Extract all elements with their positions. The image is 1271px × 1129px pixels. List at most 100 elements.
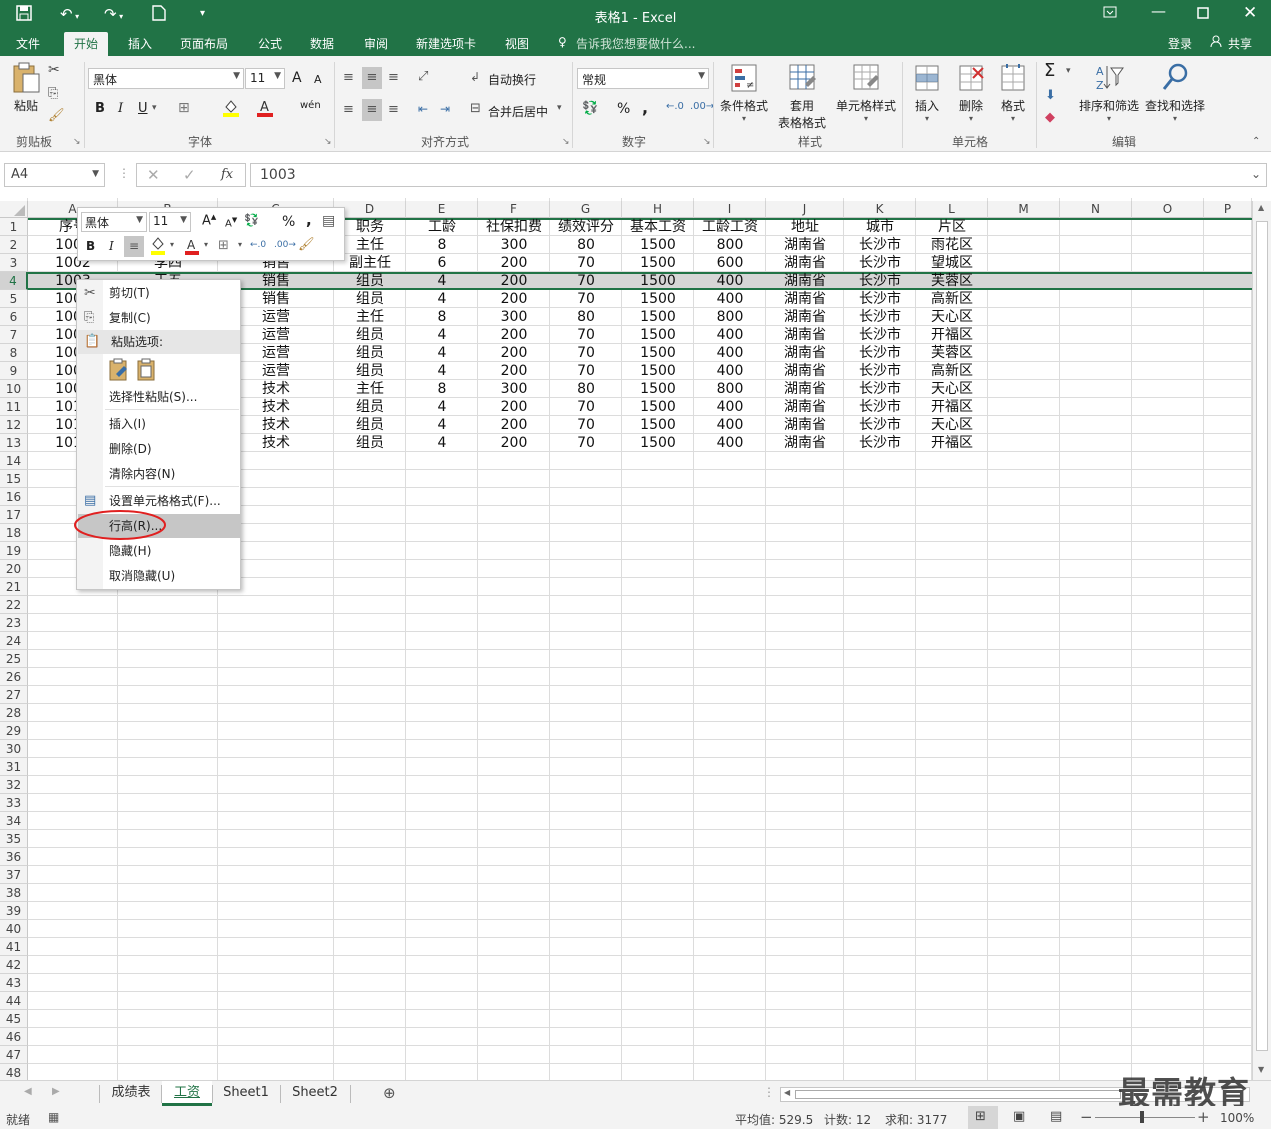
row-header-13[interactable]: 13 <box>0 434 28 452</box>
table-header-cell[interactable]: 绩效评分 <box>550 218 622 236</box>
mini-borders-dropdown-icon[interactable]: ▾ <box>238 240 242 249</box>
tab-formulas[interactable]: 公式 <box>258 35 282 52</box>
row-header-31[interactable]: 31 <box>0 758 28 776</box>
expand-formula-icon[interactable]: ⌄ <box>1251 167 1261 181</box>
row-header-3[interactable]: 3 <box>0 254 28 272</box>
table-cell[interactable]: 4 <box>406 434 478 452</box>
table-cell[interactable]: 1500 <box>622 416 694 434</box>
menu-paste-special[interactable]: 选择性粘贴(S)... <box>78 385 240 409</box>
row-header-26[interactable]: 26 <box>0 668 28 686</box>
table-cell[interactable]: 200 <box>478 272 550 290</box>
table-cell[interactable]: 湖南省 <box>766 362 844 380</box>
table-cell[interactable]: 开福区 <box>916 326 988 344</box>
table-cell[interactable]: 望城区 <box>916 254 988 272</box>
phonetic-icon[interactable]: wén <box>300 100 321 111</box>
macro-record-icon[interactable]: ▦ <box>48 1110 59 1124</box>
table-cell[interactable]: 芙蓉区 <box>916 272 988 290</box>
table-cell[interactable]: 4 <box>406 326 478 344</box>
menu-unhide[interactable]: 取消隐藏(U) <box>78 564 240 588</box>
format-cells-button[interactable]: 格式 ▾ <box>994 62 1032 123</box>
table-cell[interactable]: 湖南省 <box>766 344 844 362</box>
font-launcher-icon[interactable]: ↘ <box>324 137 332 147</box>
row-header-2[interactable]: 2 <box>0 236 28 254</box>
table-cell[interactable]: 200 <box>478 344 550 362</box>
mini-grow-icon[interactable]: A▲ <box>202 213 216 228</box>
table-cell[interactable]: 湖南省 <box>766 236 844 254</box>
table-cell[interactable]: 湖南省 <box>766 326 844 344</box>
name-box[interactable]: A4 ▼ <box>4 163 105 187</box>
row-header-11[interactable]: 11 <box>0 398 28 416</box>
table-cell[interactable]: 400 <box>694 272 766 290</box>
underline-button[interactable]: U <box>138 101 148 116</box>
vertical-scroll-thumb[interactable] <box>1256 221 1268 1051</box>
add-sheet-icon[interactable]: ⊕ <box>383 1084 396 1102</box>
table-cell[interactable]: 长沙市 <box>844 236 916 254</box>
tab-new-tab[interactable]: 新建选项卡 <box>416 35 476 52</box>
merge-center-button[interactable]: 合并后居中 <box>488 103 548 120</box>
table-cell[interactable]: 开福区 <box>916 434 988 452</box>
mini-decrease-decimal-icon[interactable]: .00→ <box>274 240 296 250</box>
row-header-29[interactable]: 29 <box>0 722 28 740</box>
page-break-view-icon[interactable]: ▤ <box>1050 1109 1062 1124</box>
table-cell[interactable]: 长沙市 <box>844 398 916 416</box>
table-cell[interactable]: 高新区 <box>916 290 988 308</box>
format-as-table-button[interactable]: 套用 表格格式 <box>772 62 832 131</box>
table-cell[interactable]: 4 <box>406 290 478 308</box>
table-cell[interactable]: 70 <box>550 254 622 272</box>
table-cell[interactable]: 组员 <box>334 272 406 290</box>
table-cell[interactable]: 4 <box>406 416 478 434</box>
column-header-E[interactable]: E <box>406 201 478 218</box>
table-cell[interactable]: 长沙市 <box>844 416 916 434</box>
table-cell[interactable]: 湖南省 <box>766 416 844 434</box>
tab-page-layout[interactable]: 页面布局 <box>180 35 228 52</box>
mini-bold-button[interactable]: B <box>86 239 95 253</box>
table-cell[interactable]: 组员 <box>334 362 406 380</box>
zoom-slider[interactable] <box>1095 1117 1195 1118</box>
table-cell[interactable]: 70 <box>550 326 622 344</box>
autosum-button[interactable]: Σ <box>1044 60 1055 81</box>
scroll-left-icon[interactable]: ◀ <box>784 1088 790 1097</box>
table-cell[interactable]: 80 <box>550 236 622 254</box>
table-cell[interactable]: 8 <box>406 308 478 326</box>
row-header-22[interactable]: 22 <box>0 596 28 614</box>
column-header-P[interactable]: P <box>1204 201 1252 218</box>
row-header-16[interactable]: 16 <box>0 488 28 506</box>
row-header-20[interactable]: 20 <box>0 560 28 578</box>
name-box-dropdown-icon[interactable]: ▼ <box>92 169 99 179</box>
column-header-O[interactable]: O <box>1132 201 1204 218</box>
zoom-level[interactable]: 100% <box>1220 1111 1254 1125</box>
table-cell[interactable]: 400 <box>694 398 766 416</box>
column-header-I[interactable]: I <box>694 201 766 218</box>
mini-percent-button[interactable]: % <box>282 214 295 230</box>
table-cell[interactable]: 组员 <box>334 290 406 308</box>
table-cell[interactable]: 200 <box>478 398 550 416</box>
merge-dropdown-icon[interactable]: ▾ <box>557 103 562 113</box>
select-all-button[interactable] <box>0 201 28 218</box>
table-cell[interactable]: 主任 <box>334 380 406 398</box>
font-shrink-icon[interactable]: A <box>314 73 322 86</box>
sheet-tab-grades[interactable]: 成绩表 <box>101 1081 161 1106</box>
accounting-format-icon[interactable]: 💱 <box>582 101 598 116</box>
table-cell[interactable]: 200 <box>478 362 550 380</box>
row-header-39[interactable]: 39 <box>0 902 28 920</box>
table-cell[interactable]: 长沙市 <box>844 290 916 308</box>
table-cell[interactable]: 长沙市 <box>844 326 916 344</box>
table-cell[interactable]: 组员 <box>334 344 406 362</box>
sheet-tab-salary[interactable]: 工资 <box>162 1081 212 1106</box>
row-header-33[interactable]: 33 <box>0 794 28 812</box>
row-header-10[interactable]: 10 <box>0 380 28 398</box>
table-cell[interactable]: 70 <box>550 362 622 380</box>
table-cell[interactable]: 1500 <box>622 380 694 398</box>
column-header-N[interactable]: N <box>1060 201 1132 218</box>
cell-styles-button[interactable]: 单元格样式 ▾ <box>834 62 898 123</box>
table-cell[interactable]: 长沙市 <box>844 254 916 272</box>
row-header-15[interactable]: 15 <box>0 470 28 488</box>
font-grow-icon[interactable]: A <box>292 70 302 86</box>
table-cell[interactable]: 70 <box>550 272 622 290</box>
table-cell[interactable]: 800 <box>694 308 766 326</box>
table-cell[interactable]: 70 <box>550 416 622 434</box>
bold-button[interactable]: B <box>95 101 105 116</box>
table-cell[interactable]: 湖南省 <box>766 254 844 272</box>
alignment-launcher-icon[interactable]: ↘ <box>562 137 570 147</box>
table-cell[interactable]: 长沙市 <box>844 272 916 290</box>
